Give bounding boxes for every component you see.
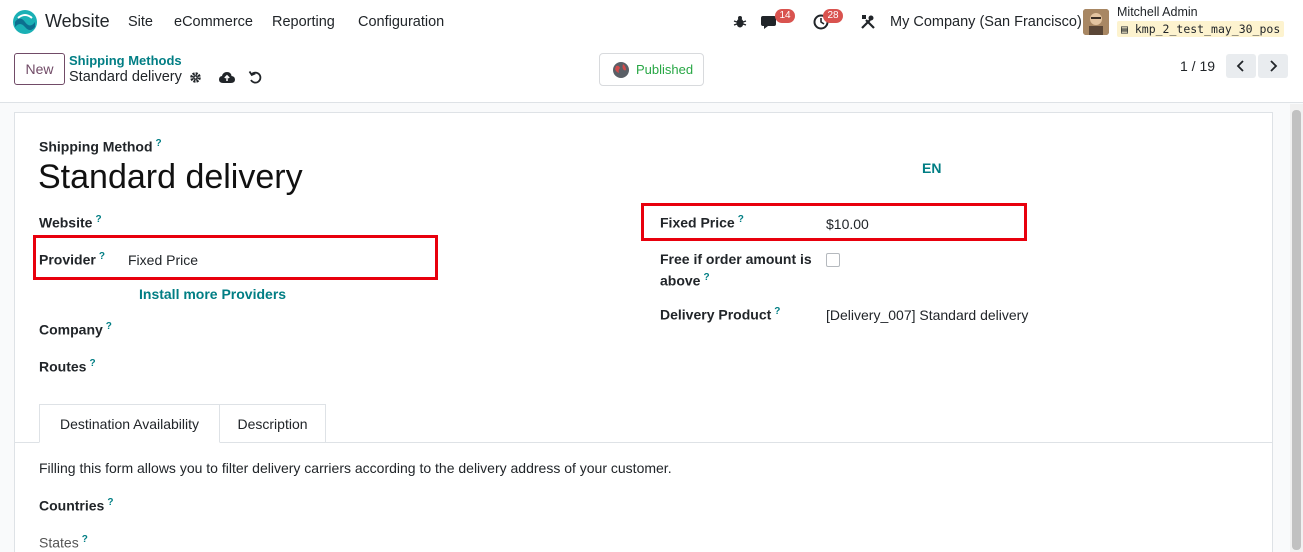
app-name[interactable]: Website (45, 11, 110, 32)
database-label: kmp_2_test_may_30_pos (1134, 22, 1281, 36)
states-label: States? (39, 534, 88, 551)
help-icon[interactable]: ? (107, 497, 113, 508)
published-toggle-button[interactable]: Published (599, 53, 704, 86)
help-icon[interactable]: ? (89, 358, 95, 369)
provider-label: Provider? (39, 251, 105, 268)
menu-site[interactable]: Site (128, 14, 153, 30)
help-icon[interactable]: ? (106, 321, 112, 332)
globe-icon (613, 61, 629, 78)
company-label-text: Company (39, 321, 103, 338)
breadcrumb-current: Standard delivery (69, 69, 182, 85)
free-if-above-checkbox[interactable] (826, 253, 840, 267)
top-navbar: Website Site eCommerce Reporting Configu… (0, 0, 1303, 44)
website-label-text: Website (39, 214, 93, 231)
help-icon[interactable]: ? (774, 306, 780, 317)
website-label: Website? (39, 214, 102, 231)
free-if-above-label-2: above? (660, 272, 710, 289)
messages-count-badge: 14 (775, 9, 795, 23)
published-label: Published (636, 62, 694, 77)
free-if-above-label-line1: Free if order amount is (660, 251, 812, 267)
website-app-icon[interactable] (12, 9, 38, 35)
shipping-method-label: Shipping Method? (39, 138, 162, 155)
delivery-product-label: Delivery Product? (660, 306, 780, 323)
new-button[interactable]: New (14, 53, 65, 85)
control-panel: New Shipping Methods Standard delivery P… (0, 44, 1303, 103)
record-title-field[interactable]: Standard delivery (38, 158, 303, 197)
help-icon[interactable]: ? (156, 138, 162, 149)
pager-value[interactable]: 1 / 19 (1180, 58, 1215, 74)
routes-label-text: Routes (39, 358, 87, 375)
breadcrumb-shipping-methods[interactable]: Shipping Methods (69, 53, 182, 68)
delivery-product-label-text: Delivery Product (660, 306, 772, 323)
user-name[interactable]: Mitchell Admin (1117, 5, 1198, 19)
delivery-product-field[interactable]: [Delivery_007] Standard delivery (826, 307, 1028, 323)
countries-label-text: Countries (39, 497, 105, 514)
chevron-left-icon (1236, 60, 1244, 72)
language-button[interactable]: EN (922, 160, 941, 176)
tab-destination-availability[interactable]: Destination Availability (39, 404, 220, 443)
menu-ecommerce[interactable]: eCommerce (174, 14, 253, 30)
discard-undo-icon[interactable] (247, 69, 263, 85)
tab-description[interactable]: Description (220, 404, 326, 443)
fixed-price-label: Fixed Price? (660, 214, 744, 231)
debug-bug-icon[interactable] (730, 12, 750, 32)
help-icon[interactable]: ? (738, 214, 744, 225)
fixed-price-input[interactable]: $10.00 (826, 216, 869, 232)
tools-icon[interactable] (858, 12, 878, 32)
destination-help-text: Filling this form allows you to filter d… (39, 460, 672, 476)
scrollbar[interactable] (1290, 104, 1303, 552)
countries-label: Countries? (39, 497, 113, 514)
activities-count-badge: 28 (823, 9, 843, 23)
gear-icon[interactable] (187, 69, 203, 85)
menu-reporting[interactable]: Reporting (272, 14, 335, 30)
states-label-text: States (39, 534, 79, 551)
routes-label: Routes? (39, 358, 96, 375)
company-label: Company? (39, 321, 112, 338)
provider-select[interactable]: Fixed Price (128, 252, 198, 268)
help-icon[interactable]: ? (95, 214, 101, 225)
shipping-method-label-text: Shipping Method (39, 138, 153, 155)
help-icon[interactable]: ? (82, 534, 88, 545)
help-icon[interactable]: ? (703, 272, 709, 283)
database-name: ▤ kmp_2_test_may_30_pos (1117, 21, 1285, 37)
free-if-above-label: Free if order amount is (660, 251, 812, 267)
company-switcher[interactable]: My Company (San Francisco) (890, 14, 1082, 30)
help-icon[interactable]: ? (99, 251, 105, 262)
save-cloud-icon[interactable] (219, 69, 235, 85)
scrollbar-thumb[interactable] (1292, 110, 1301, 550)
pager-next-button[interactable] (1258, 54, 1288, 78)
chevron-right-icon (1270, 60, 1278, 72)
database-icon: ▤ (1121, 22, 1135, 36)
menu-configuration[interactable]: Configuration (358, 14, 444, 30)
fixed-price-label-text: Fixed Price (660, 214, 735, 231)
free-if-above-label-line2: above (660, 272, 701, 289)
install-providers-link[interactable]: Install more Providers (139, 286, 286, 302)
provider-label-text: Provider (39, 251, 96, 268)
pager-previous-button[interactable] (1226, 54, 1256, 78)
user-avatar[interactable] (1083, 9, 1109, 35)
